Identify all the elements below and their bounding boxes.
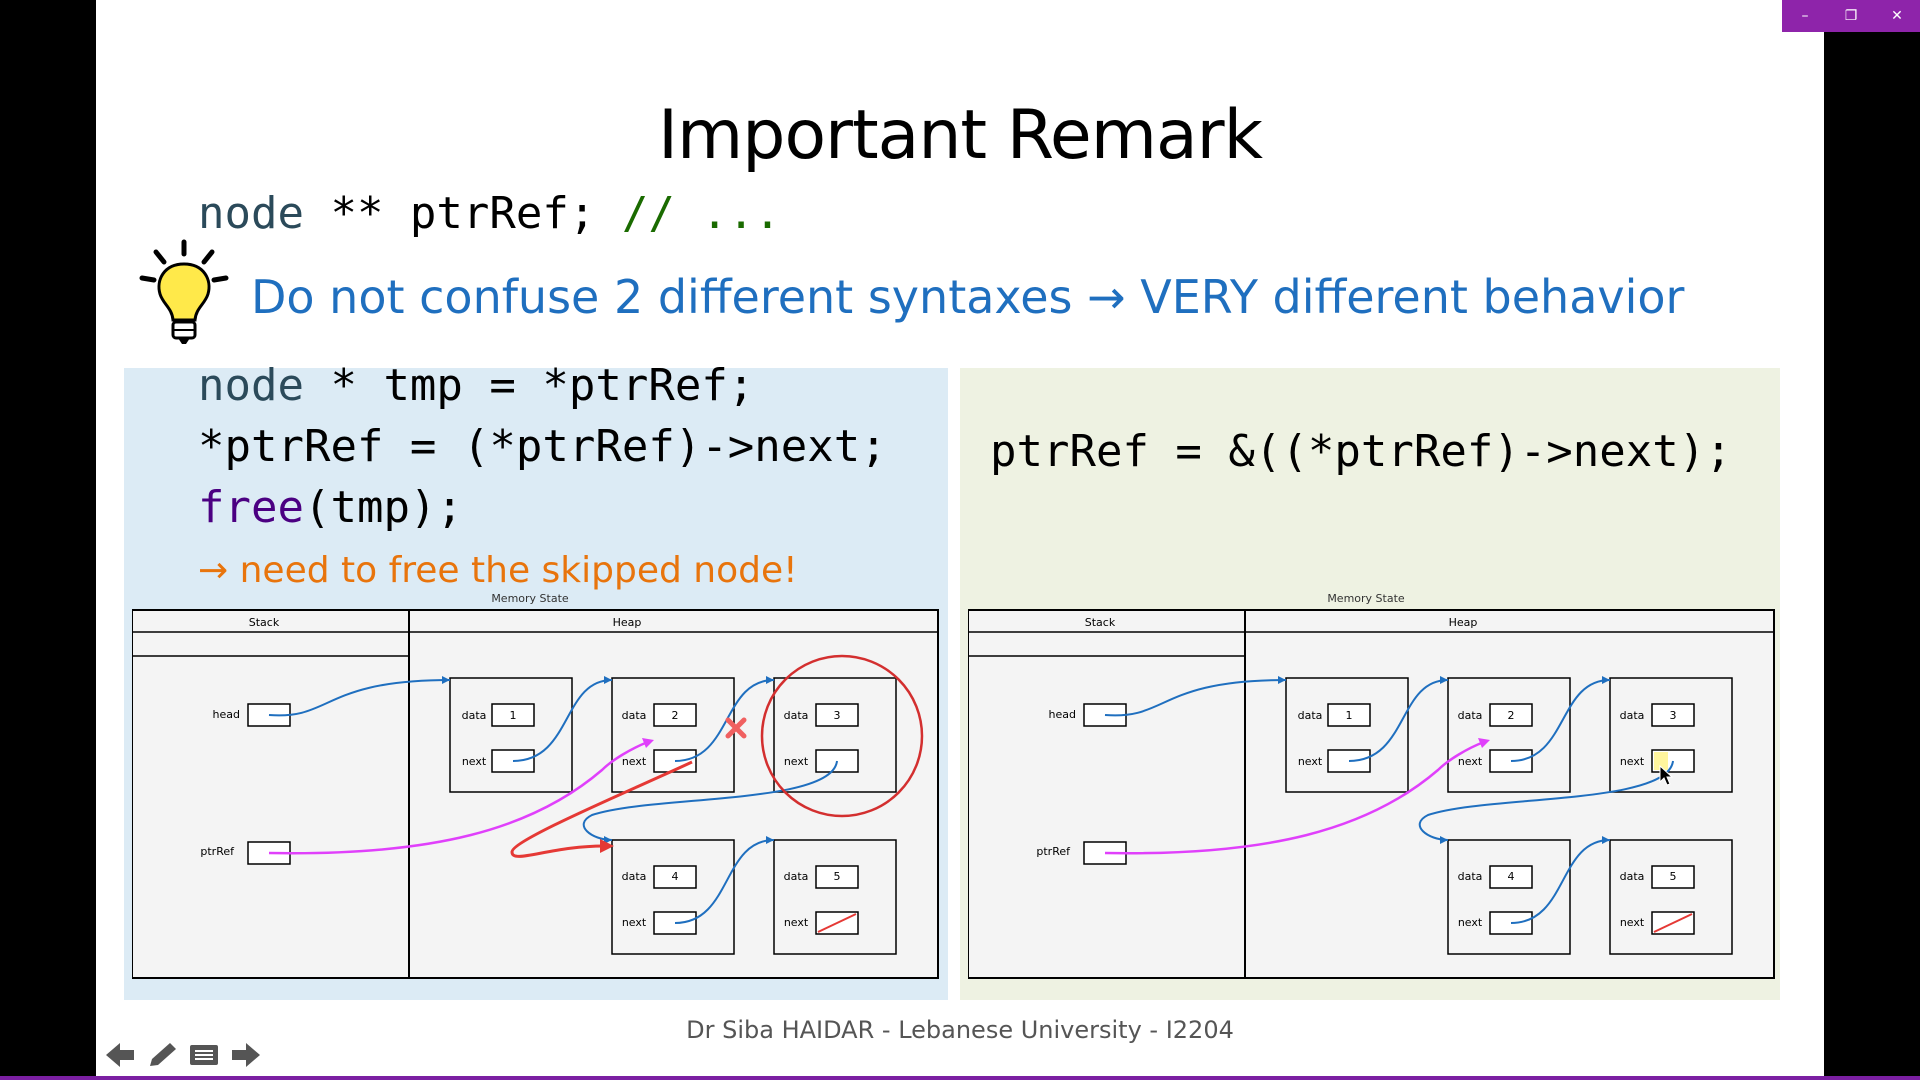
- ptrref-label: ptrRef: [1036, 845, 1071, 858]
- heap-label: Heap: [613, 616, 642, 629]
- memory-state-caption: Memory State: [491, 592, 569, 605]
- code-line-free: free(tmp);: [198, 482, 463, 533]
- restore-icon[interactable]: ❐: [1828, 0, 1874, 32]
- head-label: head: [213, 708, 240, 721]
- node-value: 2: [672, 709, 679, 722]
- data-label: data: [784, 709, 809, 722]
- memory-state-caption: Memory State: [1327, 592, 1405, 605]
- pointer-declaration: node ** ptrRef; // ...: [198, 188, 781, 239]
- decl-type: node: [198, 188, 304, 239]
- data-label: data: [622, 709, 647, 722]
- code-free-args: (tmp);: [303, 482, 463, 533]
- next-label: next: [622, 755, 647, 768]
- node-value: 3: [834, 709, 841, 722]
- next-label: next: [1620, 755, 1645, 768]
- memory-diagram-right: Memory State Stack Heap head ptrRef data…: [968, 592, 1775, 979]
- ptrref-label: ptrRef: [200, 845, 235, 858]
- heap-label: Heap: [1449, 616, 1478, 629]
- free-note: → need to free the skipped node!: [198, 550, 798, 591]
- next-label: next: [622, 916, 647, 929]
- slide: Important Remark node ** ptrRef; // ... …: [96, 0, 1824, 1076]
- next-label: next: [1458, 916, 1483, 929]
- code-free-fn: free: [198, 482, 304, 533]
- code-line-advance: *ptrRef = (*ptrRef)->next;: [198, 421, 887, 472]
- data-label: data: [1458, 870, 1483, 883]
- lightbulb-icon: [139, 239, 229, 344]
- data-label: data: [622, 870, 647, 883]
- code-type: node: [198, 360, 304, 411]
- window-controls: – ❐ ✕: [1782, 0, 1920, 32]
- next-label: next: [462, 755, 487, 768]
- data-label: data: [1620, 709, 1645, 722]
- next-label: next: [784, 916, 809, 929]
- code-line-ptrref: ptrRef = &((*ptrRef)->next);: [990, 426, 1732, 477]
- stack-label: Stack: [1085, 616, 1116, 629]
- arrow-left-icon[interactable]: [102, 1040, 138, 1070]
- close-icon[interactable]: ✕: [1874, 0, 1920, 32]
- node-value: 4: [672, 870, 679, 883]
- node-value: 4: [1508, 870, 1515, 883]
- node-value: 3: [1670, 709, 1677, 722]
- stack-label: Stack: [249, 616, 280, 629]
- next-label: next: [1298, 755, 1323, 768]
- slide-nav: [102, 1040, 264, 1070]
- data-label: data: [784, 870, 809, 883]
- decl-rest: ** ptrRef;: [303, 188, 622, 239]
- slide-title: Important Remark: [657, 96, 1263, 175]
- bottom-accent-line: [0, 1076, 1920, 1080]
- node-value: 1: [1346, 709, 1353, 722]
- next-label: next: [1458, 755, 1483, 768]
- next-label: next: [1620, 916, 1645, 929]
- pen-icon[interactable]: [144, 1040, 180, 1070]
- remark-text: Do not confuse 2 different syntaxes → VE…: [251, 270, 1685, 324]
- data-label: data: [1298, 709, 1323, 722]
- code-rest: * tmp = *ptrRef;: [303, 360, 755, 411]
- minimize-icon[interactable]: –: [1782, 0, 1828, 32]
- data-label: data: [1620, 870, 1645, 883]
- decl-comment: // ...: [621, 188, 781, 239]
- arrow-right-icon[interactable]: [228, 1040, 264, 1070]
- node-value: 1: [510, 709, 517, 722]
- data-label: data: [1458, 709, 1483, 722]
- head-label: head: [1049, 708, 1076, 721]
- next-label: next: [784, 755, 809, 768]
- memory-diagram-left: Memory State Stack Heap head ptrRef data…: [132, 592, 939, 979]
- node-value: 5: [1670, 870, 1677, 883]
- node-value: 2: [1508, 709, 1515, 722]
- node-value: 5: [834, 870, 841, 883]
- data-label: data: [462, 709, 487, 722]
- menu-icon[interactable]: [186, 1040, 222, 1070]
- slide-footer: Dr Siba HAIDAR - Lebanese University - I…: [686, 1016, 1234, 1044]
- code-line-tmp: node * tmp = *ptrRef;: [198, 360, 754, 411]
